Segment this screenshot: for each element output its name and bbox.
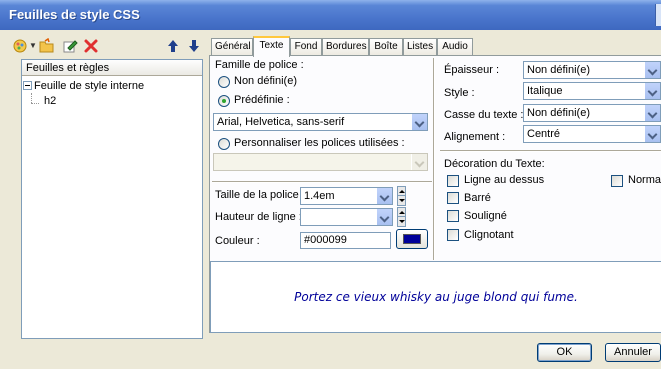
window-title: Feuilles de style CSS <box>9 7 140 22</box>
tab-listes[interactable]: Listes <box>403 38 437 56</box>
spin-up-icon[interactable] <box>398 208 405 217</box>
css-stylesheet-dialog: Feuilles de style CSS ▼ Feuilles et règl… <box>0 0 661 369</box>
underline-checkbox[interactable] <box>447 210 459 222</box>
underline-label: Souligné <box>464 210 507 222</box>
chevron-down-icon[interactable] <box>411 154 427 170</box>
color-field[interactable]: #000099 <box>300 232 391 249</box>
tree-connector <box>31 93 32 103</box>
tree-item-internal-stylesheet[interactable]: Feuille de style interne <box>23 80 144 92</box>
delete-icon[interactable] <box>83 38 99 54</box>
font-predefined-radio[interactable] <box>218 95 230 107</box>
preview-box: Portez ce vieux whisky au juge blond qui… <box>210 261 661 333</box>
title-bar: Feuilles de style CSS <box>0 0 661 30</box>
color-label: Couleur : <box>215 235 260 247</box>
alignment-label: Alignement : <box>444 131 506 143</box>
font-predefined-select[interactable]: Arial, Helvetica, sans-serif <box>213 113 428 131</box>
tree-item-h2[interactable]: h2 <box>44 95 56 107</box>
blink-checkbox[interactable] <box>447 229 459 241</box>
font-size-select[interactable]: 1.4em <box>300 187 393 205</box>
font-custom-label: Personnaliser les polices utilisées : <box>234 137 405 149</box>
chevron-down-icon[interactable] <box>644 126 660 142</box>
font-undefined-radio[interactable] <box>218 76 230 88</box>
separator <box>433 58 435 260</box>
move-down-icon[interactable] <box>186 38 202 54</box>
alignment-select[interactable]: Centré <box>523 125 661 143</box>
title-bar-edge <box>655 4 661 26</box>
strikethrough-checkbox[interactable] <box>447 192 459 204</box>
font-size-spinner[interactable] <box>397 186 406 206</box>
preview-text: Portez ce vieux whisky au juge blond qui… <box>294 290 578 304</box>
add-style-icon[interactable] <box>12 38 28 54</box>
font-style-select[interactable]: Italique <box>523 82 661 100</box>
chevron-down-icon[interactable] <box>411 114 427 130</box>
font-undefined-label: Non défini(e) <box>234 75 297 87</box>
font-style-label: Style : <box>444 87 475 99</box>
stylesheet-tree[interactable]: Feuilles et règles Feuille de style inte… <box>21 59 203 339</box>
tab-general[interactable]: Général <box>211 38 253 56</box>
decoration-title: Décoration du Texte: <box>444 158 545 170</box>
dropdown-caret-icon[interactable]: ▼ <box>29 42 37 50</box>
color-picker-button[interactable] <box>396 229 428 249</box>
edit-icon[interactable] <box>62 38 78 54</box>
tab-texte[interactable]: Texte <box>253 36 290 57</box>
font-predefined-label: Prédéfinie : <box>234 94 290 106</box>
separator <box>212 181 432 183</box>
text-case-select[interactable]: Non défini(e) <box>523 104 661 122</box>
color-swatch <box>403 234 421 244</box>
spin-down-icon[interactable] <box>398 196 405 205</box>
overline-label: Ligne au dessus <box>464 174 545 186</box>
chevron-down-icon[interactable] <box>376 209 392 225</box>
collapse-icon[interactable] <box>23 81 32 90</box>
tab-audio[interactable]: Audio <box>437 38 473 56</box>
spin-up-icon[interactable] <box>398 187 405 196</box>
chevron-down-icon[interactable] <box>376 188 392 204</box>
tab-bordures[interactable]: Bordures <box>322 38 369 56</box>
separator <box>440 150 661 152</box>
blink-label: Clignotant <box>464 229 514 241</box>
font-weight-label: Épaisseur : <box>444 64 500 76</box>
font-size-label: Taille de la police : <box>215 189 305 201</box>
font-custom-select[interactable] <box>213 153 428 171</box>
font-custom-radio[interactable] <box>218 138 230 150</box>
tree-header: Feuilles et règles <box>22 60 202 76</box>
text-case-label: Casse du texte : <box>444 109 524 121</box>
strikethrough-label: Barré <box>464 192 491 204</box>
overline-checkbox[interactable] <box>447 175 459 187</box>
chevron-down-icon[interactable] <box>644 83 660 99</box>
cancel-button[interactable]: Annuler <box>605 343 661 362</box>
chevron-down-icon[interactable] <box>644 105 660 121</box>
normal-checkbox[interactable] <box>611 175 623 187</box>
font-weight-select[interactable]: Non défini(e) <box>523 61 661 79</box>
tree-connector <box>31 103 39 104</box>
normal-label: Normal <box>628 174 661 186</box>
line-height-label: Hauteur de ligne : <box>215 211 302 223</box>
tab-fond[interactable]: Fond <box>290 38 322 56</box>
line-height-select[interactable] <box>300 208 393 226</box>
line-height-spinner[interactable] <box>397 207 406 227</box>
tab-boite[interactable]: Boîte <box>369 38 403 56</box>
ok-button[interactable]: OK <box>537 343 592 362</box>
spin-down-icon[interactable] <box>398 217 405 226</box>
open-folder-icon[interactable] <box>39 38 55 54</box>
font-family-label: Famille de police : <box>215 59 304 71</box>
move-up-icon[interactable] <box>165 38 181 54</box>
chevron-down-icon[interactable] <box>644 62 660 78</box>
